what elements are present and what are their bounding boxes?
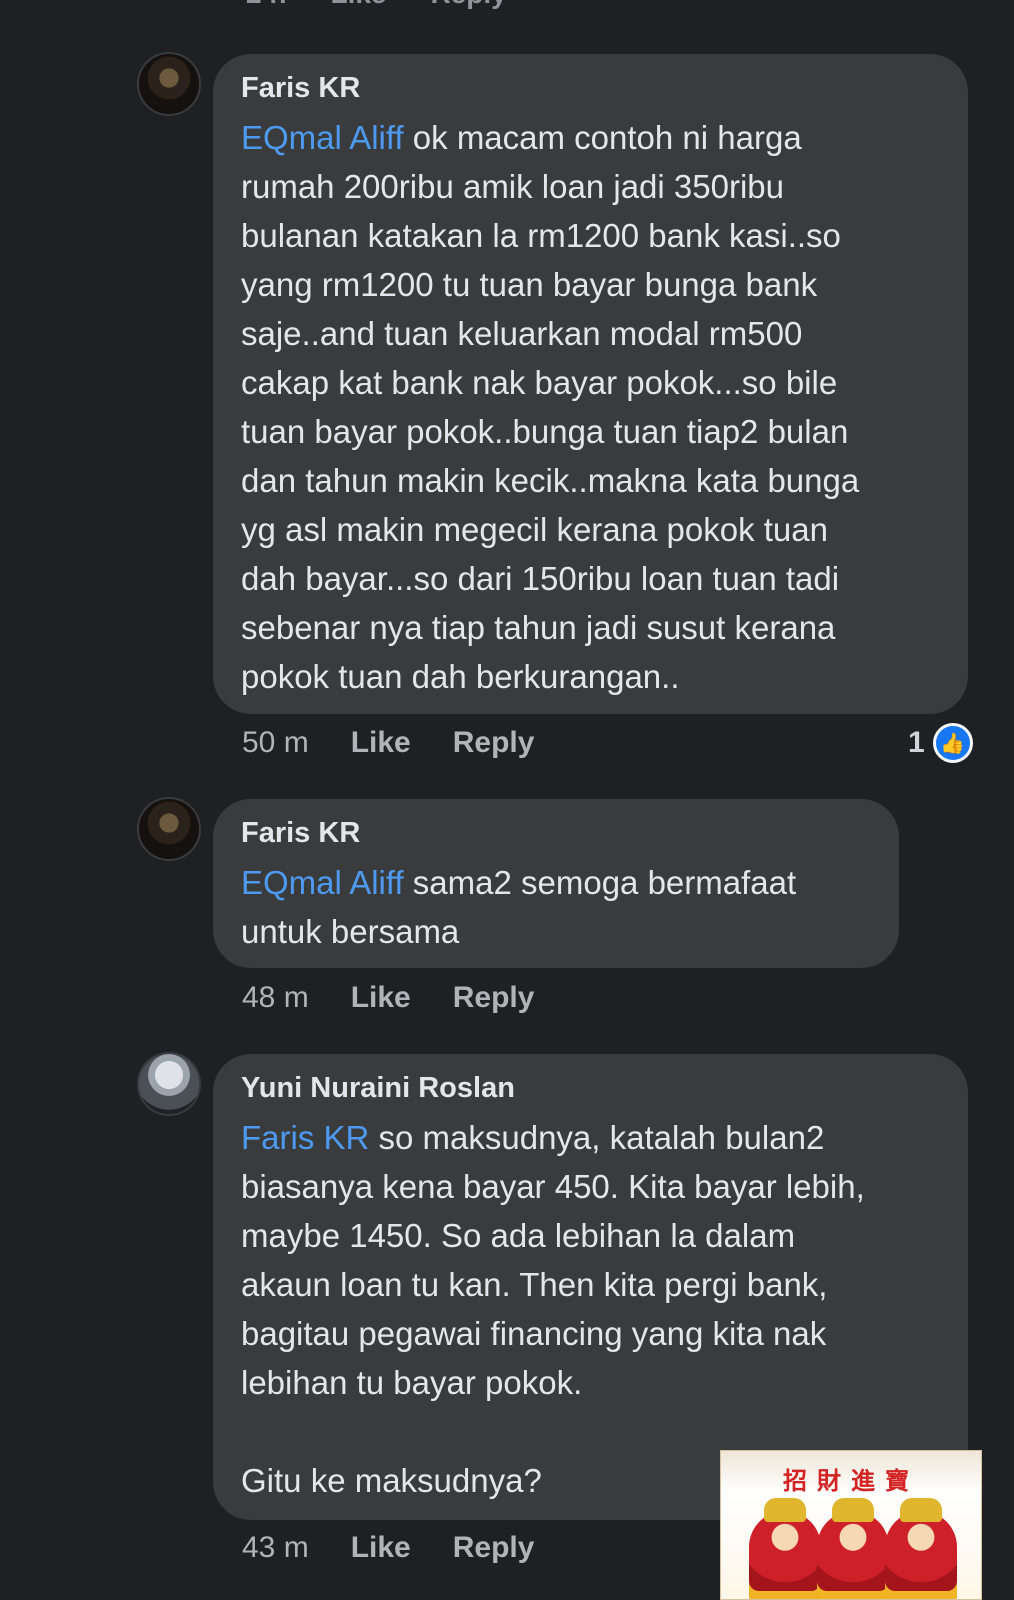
- mention-link[interactable]: EQmal Aliff: [241, 119, 404, 156]
- comment-bubble: Faris KR EQmal Aliff sama2 semoga bermaf…: [213, 799, 899, 968]
- comment-text: ok macam contoh ni harga rumah 200ribu a…: [241, 119, 860, 695]
- reaction-summary[interactable]: 1 👍: [908, 723, 973, 763]
- watermark-text: 招財進寶: [783, 1468, 919, 1495]
- previous-comment-actions: 2 h Like Reply: [246, 0, 507, 10]
- comment-body: EQmal Aliff ok macam contoh ni harga rum…: [241, 113, 940, 701]
- mention-link[interactable]: EQmal Aliff: [241, 864, 404, 901]
- comment-author[interactable]: Faris KR: [241, 817, 871, 850]
- yuni-nuraini-roslan-avatar[interactable]: [137, 1052, 201, 1116]
- facebook-comment-thread: 2 h Like Reply Faris KR EQmal Aliff ok m…: [0, 0, 1014, 1600]
- thumbs-up-icon: 👍: [932, 723, 973, 763]
- fortune-figure-icon: [817, 1498, 889, 1599]
- reply-button[interactable]: Reply: [453, 726, 535, 760]
- comment-time[interactable]: 50 m: [242, 726, 309, 760]
- faris-kr-avatar[interactable]: [137, 797, 201, 861]
- previous-like-button[interactable]: Like: [330, 0, 386, 10]
- comment-actions: 43 m Like Reply: [242, 1531, 534, 1565]
- like-button[interactable]: Like: [351, 981, 411, 1015]
- comment-time[interactable]: 43 m: [242, 1531, 309, 1565]
- like-button[interactable]: Like: [351, 1531, 411, 1565]
- comment-bubble: Faris KR EQmal Aliff ok macam contoh ni …: [213, 54, 968, 714]
- reply-button[interactable]: Reply: [453, 981, 535, 1015]
- comment-body: Faris KR so maksudnya, katalah bulan2 bi…: [241, 1113, 940, 1505]
- previous-reply-button[interactable]: Reply: [431, 0, 507, 10]
- comment-text: so maksudnya, katalah bulan2 biasanya ke…: [241, 1119, 865, 1499]
- reply-button[interactable]: Reply: [453, 1531, 535, 1565]
- comment-time[interactable]: 48 m: [242, 981, 309, 1015]
- fortune-figure-icon: [749, 1498, 821, 1599]
- like-button[interactable]: Like: [351, 726, 411, 760]
- reaction-count: 1: [908, 726, 925, 759]
- faris-kr-avatar[interactable]: [137, 52, 201, 116]
- previous-comment-time: 2 h: [246, 0, 286, 10]
- comment-author[interactable]: Yuni Nuraini Roslan: [241, 1072, 940, 1105]
- comment-actions: 48 m Like Reply: [242, 981, 534, 1015]
- comment-author[interactable]: Faris KR: [241, 72, 940, 105]
- fortune-figure-icon: [885, 1498, 957, 1599]
- comment-actions: 50 m Like Reply: [242, 726, 534, 760]
- comment-body: EQmal Aliff sama2 semoga bermafaat untuk…: [241, 858, 871, 956]
- decorative-watermark: 招財進寶: [720, 1450, 982, 1600]
- mention-link[interactable]: Faris KR: [241, 1119, 369, 1156]
